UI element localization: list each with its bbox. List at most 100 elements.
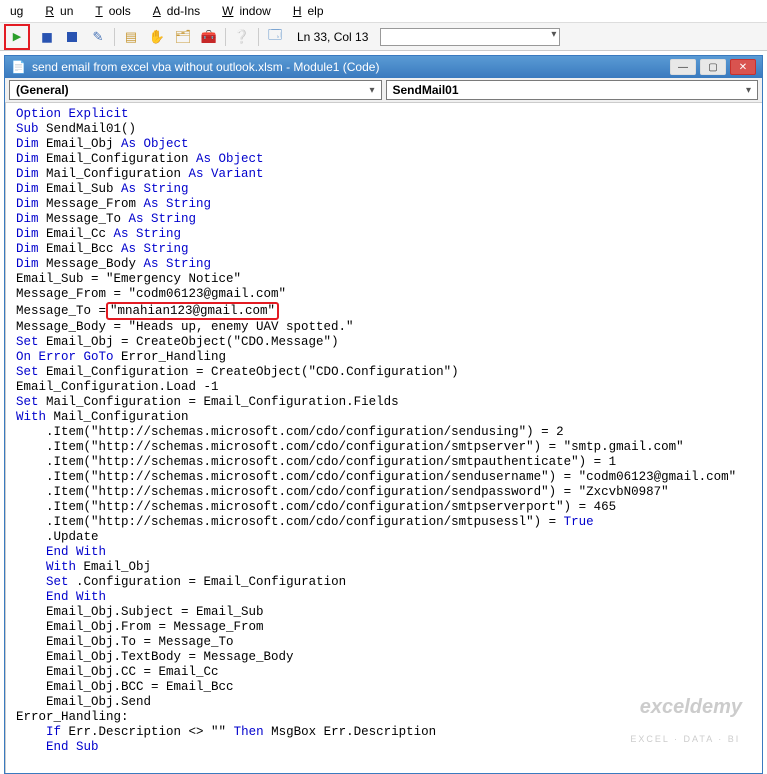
maximize-button[interactable]: ▢ <box>700 59 726 75</box>
menu-bar: ug Run Tools Add-Ins Window Help <box>0 0 767 23</box>
code-line: Dim <box>16 227 39 241</box>
code-line: Email_Obj.To = Message_To <box>16 635 234 649</box>
code-line: As String <box>114 227 182 241</box>
code-line <box>16 560 46 574</box>
cursor-position: Ln 33, Col 13 <box>297 30 368 44</box>
code-line: Email_Configuration <box>39 152 197 166</box>
menu-debug[interactable]: ug <box>4 2 29 20</box>
code-line: Set <box>16 365 39 379</box>
code-line <box>16 590 46 604</box>
code-line: Option Explicit <box>16 107 129 121</box>
toolbar: ▶ ▮▮ ✎ ▤ ✋ 🗂 🧰 ❔ 🗔 Ln 33, Col 13 <box>0 23 767 51</box>
code-line: Email_Obj <box>39 137 122 151</box>
code-line: Dim <box>16 242 39 256</box>
code-line: Dim <box>16 137 39 151</box>
toolbox-icon[interactable]: 🧰 <box>199 27 219 47</box>
code-line <box>16 725 46 739</box>
code-line: Email_Obj.Subject = Email_Sub <box>16 605 264 619</box>
code-window: 📄 send email from excel vba without outl… <box>4 55 763 774</box>
code-line: End With <box>46 545 106 559</box>
menu-window[interactable]: Window <box>210 2 277 20</box>
code-line: As String <box>129 212 197 226</box>
help-icon[interactable]: ❔ <box>232 27 252 47</box>
code-line: End With <box>46 590 106 604</box>
code-line: .Configuration = Email_Configuration <box>69 575 347 589</box>
code-line <box>16 575 46 589</box>
code-line: .Update <box>16 530 99 544</box>
project-explorer-icon[interactable]: ▤ <box>121 27 141 47</box>
code-line: Email_Cc <box>39 227 114 241</box>
code-line: As Object <box>196 152 264 166</box>
toolbar-separator <box>258 28 259 46</box>
code-line: Error_Handling <box>114 350 227 364</box>
code-line: Dim <box>16 212 39 226</box>
code-line: .Item("http://schemas.microsoft.com/cdo/… <box>16 485 669 499</box>
code-line: Err.Description <> "" <box>61 725 234 739</box>
properties-icon[interactable]: ✋ <box>147 27 167 47</box>
code-line: .Item("http://schemas.microsoft.com/cdo/… <box>16 515 564 529</box>
code-line: Mail_Configuration <box>39 167 189 181</box>
procedure-empty-combo[interactable] <box>380 28 560 46</box>
code-line: Dim <box>16 182 39 196</box>
code-line: With <box>16 410 46 424</box>
code-line: MsgBox Err.Description <box>264 725 437 739</box>
minimize-button[interactable]: — <box>670 59 696 75</box>
code-line: Mail_Configuration = Email_Configuration… <box>39 395 399 409</box>
code-line: Email_Configuration = CreateObject("CDO.… <box>39 365 459 379</box>
code-line: With <box>46 560 76 574</box>
code-line: Set <box>16 395 39 409</box>
code-line: Message_Body <box>39 257 144 271</box>
code-line: SendMail01() <box>39 122 137 136</box>
code-line: As String <box>121 242 189 256</box>
object-browser-icon[interactable]: 🗂 <box>173 27 193 47</box>
code-line: Email_Sub <box>39 182 122 196</box>
code-line: Dim <box>16 257 39 271</box>
code-line: Message_To = <box>16 304 106 318</box>
code-line: .Item("http://schemas.microsoft.com/cdo/… <box>16 425 564 439</box>
code-line: Dim <box>16 197 39 211</box>
menu-addins[interactable]: Add-Ins <box>141 2 206 20</box>
pause-icon[interactable]: ▮▮ <box>36 27 56 47</box>
stop-icon[interactable] <box>62 27 82 47</box>
code-line: Dim <box>16 167 39 181</box>
code-editor[interactable]: Option Explicit Sub SendMail01() Dim Ema… <box>5 103 762 773</box>
run-icon[interactable]: ▶ <box>7 27 27 47</box>
code-line: Message_To <box>39 212 129 226</box>
procedure-combo[interactable]: SendMail01 <box>386 80 759 100</box>
run-button-highlight: ▶ <box>4 24 30 50</box>
code-line: As String <box>144 197 212 211</box>
code-selectors: (General) SendMail01 <box>5 78 762 103</box>
window-icon[interactable]: 🗔 <box>265 27 285 47</box>
code-line: .Item("http://schemas.microsoft.com/cdo/… <box>16 470 736 484</box>
code-line: Dim <box>16 152 39 166</box>
code-line: As Variant <box>189 167 264 181</box>
toolbar-separator <box>225 28 226 46</box>
design-mode-icon[interactable]: ✎ <box>88 27 108 47</box>
code-line: Email_Bcc <box>39 242 122 256</box>
code-line: As String <box>121 182 189 196</box>
code-line: Email_Obj.From = Message_From <box>16 620 264 634</box>
menu-run[interactable]: Run <box>33 2 79 20</box>
window-title: send email from excel vba without outloo… <box>32 60 670 74</box>
code-line: .Item("http://schemas.microsoft.com/cdo/… <box>16 455 616 469</box>
code-line: If <box>46 725 61 739</box>
menu-tools[interactable]: Tools <box>83 2 136 20</box>
code-line: Email_Obj = CreateObject("CDO.Message") <box>39 335 339 349</box>
code-line: True <box>564 515 594 529</box>
code-line <box>16 740 46 754</box>
menu-help[interactable]: Help <box>281 2 330 20</box>
code-line: As String <box>144 257 212 271</box>
highlighted-email: "mnahian123@gmail.com" <box>106 302 279 320</box>
code-line: End Sub <box>46 740 99 754</box>
code-line: Email_Sub = "Emergency Notice" <box>16 272 241 286</box>
code-line: Mail_Configuration <box>46 410 189 424</box>
toolbar-separator <box>114 28 115 46</box>
code-line: Message_Body = "Heads up, enemy UAV spot… <box>16 320 354 334</box>
object-combo[interactable]: (General) <box>9 80 382 100</box>
code-line: Sub <box>16 122 39 136</box>
titlebar: 📄 send email from excel vba without outl… <box>5 56 762 78</box>
code-line: Message_From = "codm06123@gmail.com" <box>16 287 286 301</box>
code-line: Email_Obj.TextBody = Message_Body <box>16 650 294 664</box>
code-line: Set <box>46 575 69 589</box>
close-button[interactable]: ✕ <box>730 59 756 75</box>
